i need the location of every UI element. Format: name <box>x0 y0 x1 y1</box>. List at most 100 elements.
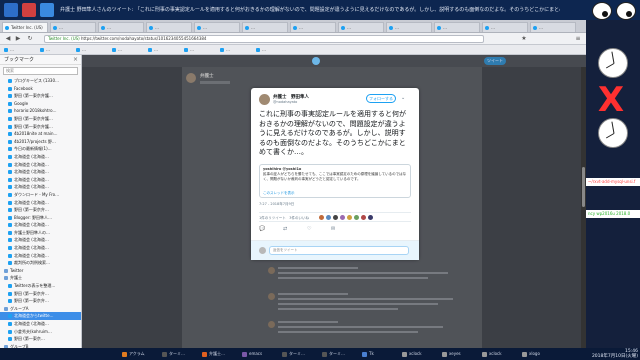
bookmark-toolbar-item[interactable]: … <box>76 47 86 54</box>
avatar[interactable] <box>319 215 324 220</box>
tab[interactable]: … <box>482 22 528 32</box>
retweet-icon[interactable]: ⇄ <box>283 226 287 232</box>
sidebar-bookmark[interactable]: 裁判所の判例検索… <box>0 259 81 267</box>
taskbar-item[interactable]: emacs <box>240 349 278 359</box>
sidebar-folder[interactable]: 弁護士 <box>0 274 81 282</box>
bookmark-toolbar-item[interactable]: … <box>184 47 194 54</box>
taskbar-item[interactable]: xclock <box>480 349 518 359</box>
taskbar-item[interactable]: xlogo <box>520 349 558 359</box>
sidebar-bookmark[interactable]: 4b2017/projects 野… <box>0 138 81 146</box>
tab[interactable]: … <box>434 22 480 32</box>
sidebar-bookmark[interactable]: 北海道会 (北海道… <box>0 199 81 207</box>
twitter-logo-icon[interactable] <box>312 57 320 65</box>
sidebar-bookmark[interactable]: Blogger: 野田隼人… <box>0 214 81 222</box>
chevron-down-icon[interactable]: ⌄ <box>401 95 405 101</box>
sidebar-bookmark[interactable]: 北海道会 (北海道… <box>0 221 81 229</box>
tab[interactable]: … <box>386 22 432 32</box>
avatar[interactable] <box>340 215 345 220</box>
sidebar-bookmark[interactable]: 4b2018nite at main… <box>0 130 81 138</box>
tab[interactable]: … <box>338 22 384 32</box>
bookmark-toolbar-item[interactable]: … <box>112 47 122 54</box>
message-icon[interactable]: ✉ <box>331 226 335 232</box>
stats-text[interactable]: 1件のリツイート 3件のいいね <box>259 216 309 221</box>
tweet-timestamp[interactable]: 7:27 - 2018年7月9日 <box>259 202 294 207</box>
bookmark-toolbar-item[interactable]: … <box>148 47 158 54</box>
app-launcher-icon[interactable] <box>4 3 18 17</box>
bookmarks-icon[interactable]: ★ <box>520 35 528 43</box>
sidebar-bookmark[interactable]: 北海道会 (北海道… <box>0 244 81 252</box>
taskbar-item[interactable]: Tk <box>360 349 398 359</box>
sidebar-bookmark[interactable]: 野田 (第一東京弁護… <box>0 92 81 100</box>
sidebar-search-input[interactable]: 検索 <box>3 67 78 75</box>
avatar[interactable] <box>368 215 373 220</box>
sidebar-folder[interactable]: Twitter <box>0 267 81 275</box>
tab[interactable]: … <box>242 22 288 32</box>
scrollbar-thumb[interactable] <box>582 167 585 207</box>
tab[interactable]: … <box>194 22 240 32</box>
like-icon[interactable]: ♡ <box>307 226 311 232</box>
sidebar-bookmark[interactable]: 北海道会 (北海道… <box>0 161 81 169</box>
sidebar-bookmark[interactable]: 北海道会 (北海道… <box>0 236 81 244</box>
sidebar-bookmark[interactable]: 野田 (第一東京弁… <box>0 206 81 214</box>
sidebar-bookmark[interactable]: 北海道会 (北海道… <box>0 183 81 191</box>
avatar[interactable] <box>326 215 331 220</box>
sidebar-bookmark[interactable]: ダウンロード - My Fro… <box>0 191 81 199</box>
sidebar-bookmark[interactable]: 弁護士野田隼人の… <box>0 229 81 237</box>
sidebar-folder[interactable]: グループA <box>0 305 81 313</box>
tweet-author-handle[interactable]: @nodahayato <box>273 100 297 104</box>
calendar-icon[interactable] <box>40 3 54 17</box>
tab[interactable]: … <box>98 22 144 32</box>
taskbar-item[interactable]: 弁護士… <box>200 349 238 359</box>
sidebar-bookmark[interactable]: 北海道会 (北海道… <box>0 320 81 328</box>
desktop-window-label[interactable]: ncy wp2016u 2018.0 <box>586 210 640 218</box>
sidebar-bookmark[interactable]: 北海道会 (北海道… <box>0 176 81 184</box>
sidebar-bookmark[interactable]: Google <box>0 100 81 108</box>
url-bar[interactable]: Twitter Inc. (US) https://twitter.com/no… <box>44 35 484 43</box>
taskbar-item[interactable]: ターミ… <box>280 349 318 359</box>
taskbar-clock[interactable]: 15:46 2018年7月10日(火曜) <box>590 349 638 359</box>
avatar[interactable] <box>333 215 338 220</box>
taskbar-item[interactable]: アクラム <box>120 349 158 359</box>
avatar[interactable] <box>361 215 366 220</box>
bookmark-toolbar-item[interactable]: … <box>220 47 230 54</box>
tab[interactable]: … <box>290 22 336 32</box>
sidebar-bookmark[interactable]: 北海道会からtwitte… <box>0 312 81 320</box>
sidebar-bookmark[interactable]: 北海道会 (北海道… <box>0 153 81 161</box>
sidebar-bookmark[interactable]: 野田 (第一東京弁… <box>0 290 81 298</box>
bookmark-toolbar-item[interactable]: … <box>40 47 50 54</box>
sidebar-bookmark[interactable]: 今日の最新情報(1)… <box>0 145 81 153</box>
taskbar-item[interactable]: ターミ… <box>160 349 198 359</box>
taskbar-item[interactable]: xclock <box>400 349 438 359</box>
reply-icon[interactable]: 💬 <box>259 226 265 232</box>
tab[interactable]: Twitter Inc. (US) <box>2 22 48 32</box>
show-thread-link[interactable]: このスレッドを表示 <box>263 191 407 196</box>
sidebar-bookmark[interactable]: 野田 (第一東京弁… <box>0 297 81 305</box>
close-icon[interactable]: × <box>73 55 78 65</box>
sidebar-bookmark[interactable]: 野田 (第一東京弁護… <box>0 115 81 123</box>
quoted-tweet[interactable]: yoshihiro @yoshi1o 民事の証人がどちらを勝たせても、ここでは事… <box>259 164 411 198</box>
menu-icon[interactable]: ≡ <box>574 35 582 43</box>
avatar[interactable] <box>347 215 352 220</box>
sidebar-bookmark[interactable]: 北海道会 (北海道… <box>0 252 81 260</box>
sidebar-bookmark[interactable]: 野田 (第一東京弁護… <box>0 123 81 131</box>
reload-button[interactable]: ↻ <box>26 35 34 43</box>
bookmark-toolbar-item[interactable]: … <box>256 47 266 54</box>
taskbar-item[interactable]: ターミ… <box>320 349 358 359</box>
sidebar-bookmark[interactable]: 野田 (第一東京… <box>0 335 81 343</box>
bookmark-toolbar-item[interactable]: … <box>4 47 14 54</box>
mail-icon[interactable] <box>22 3 36 17</box>
back-button[interactable]: ◀ <box>4 35 12 43</box>
forward-button[interactable]: ▶ <box>14 35 22 43</box>
sidebar-bookmark[interactable]: horario:2018kohtro… <box>0 107 81 115</box>
compose-tweet-button[interactable]: ツイート <box>484 57 506 65</box>
sidebar-bookmark[interactable]: ブログキーピス (1330… <box>0 77 81 85</box>
tab[interactable]: … <box>146 22 192 32</box>
taskbar-item[interactable]: xeyes <box>440 349 478 359</box>
sidebar-bookmark[interactable]: 北海道会 (北海道… <box>0 168 81 176</box>
tab[interactable]: … <box>50 22 96 32</box>
sidebar-bookmark[interactable]: Facebook <box>0 85 81 93</box>
desktop-window-label[interactable]: ~/rxvt-add-mysql-unsi.f <box>586 178 640 186</box>
avatar[interactable] <box>354 215 359 220</box>
follow-button[interactable]: フォローする <box>366 94 396 103</box>
sidebar-bookmark[interactable]: 小倉秀夫(kohruim… <box>0 328 81 336</box>
